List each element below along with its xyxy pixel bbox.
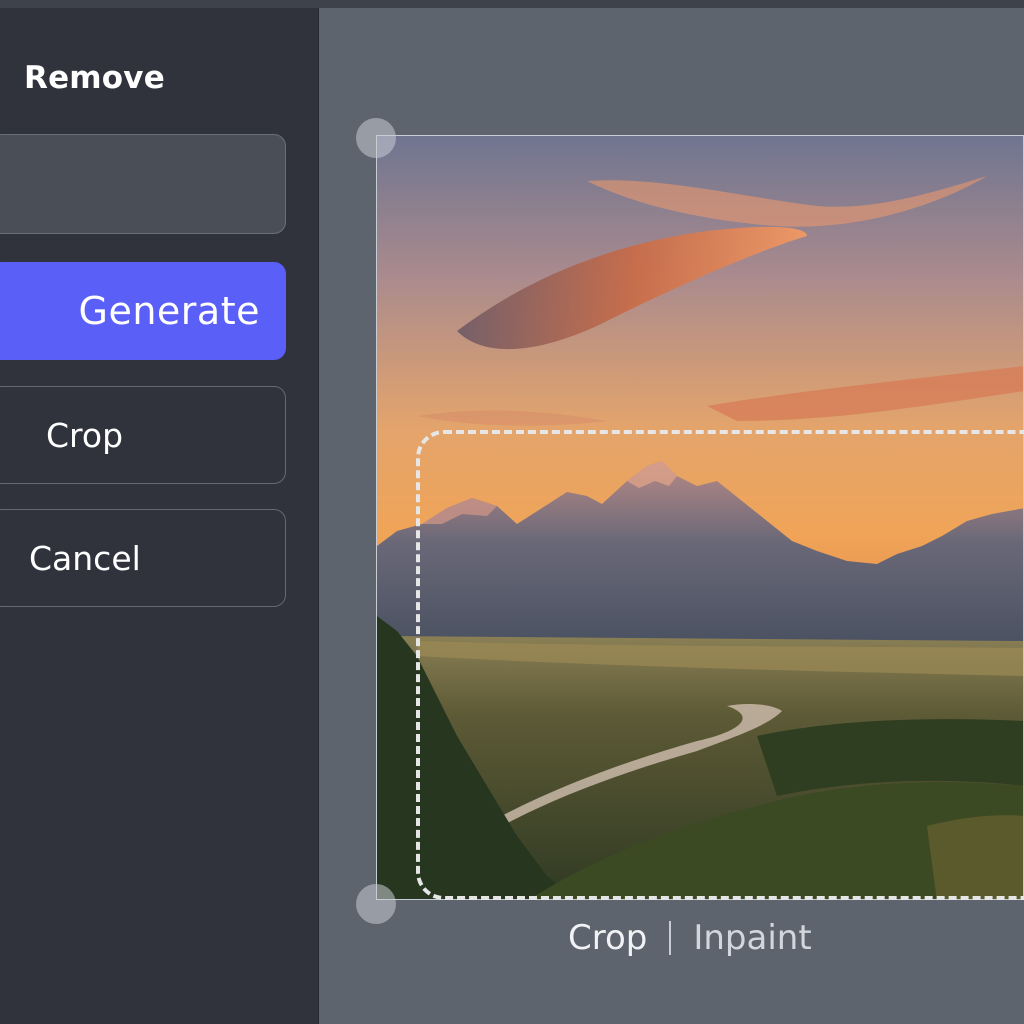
mode-divider [669, 921, 672, 955]
crop-handle-bottom-left[interactable] [356, 884, 396, 924]
generate-button[interactable]: Generate [0, 262, 286, 360]
mode-crop-tab[interactable]: Crop [568, 918, 647, 958]
sidebar-title: Remove [24, 60, 165, 96]
top-bar [0, 0, 1024, 8]
crop-selection-box[interactable] [416, 430, 1024, 900]
mode-switch: Crop Inpaint [568, 914, 812, 962]
crop-button[interactable]: Crop [0, 386, 286, 484]
mode-inpaint-tab[interactable]: Inpaint [693, 918, 811, 958]
crop-handle-top-left[interactable] [356, 118, 396, 158]
cancel-button[interactable]: Cancel [0, 509, 286, 607]
sidebar: Remove Generate Crop Cancel [0, 8, 319, 1024]
prompt-input[interactable] [0, 134, 286, 234]
